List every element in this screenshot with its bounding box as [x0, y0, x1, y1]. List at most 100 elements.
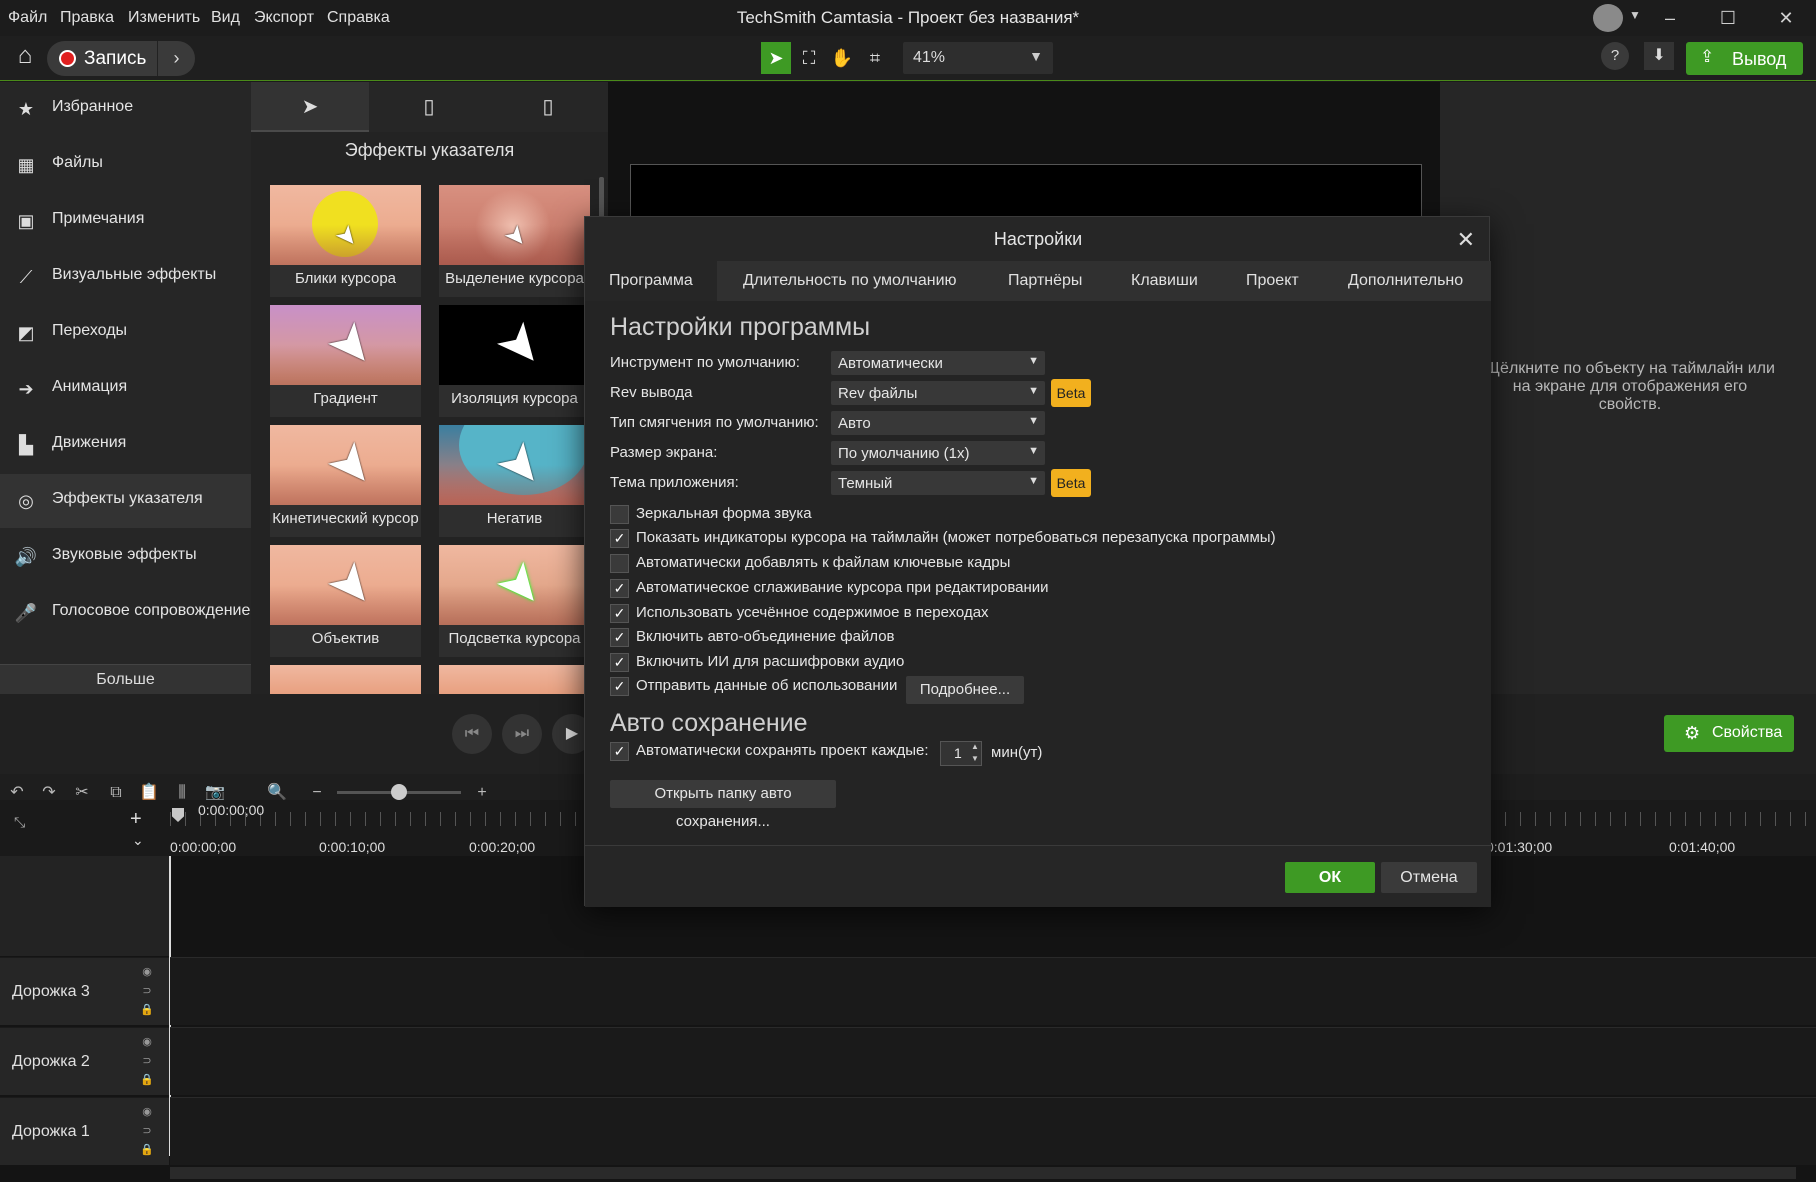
record-menu-arrow-icon[interactable]: ›	[157, 41, 195, 76]
transform-tool-icon[interactable]: ⛶	[794, 42, 824, 74]
select-value: Автоматически	[838, 355, 943, 372]
effect-thumbnail: ➤	[270, 545, 421, 625]
effect-tile[interactable]: ➤ Блики курсора	[270, 185, 421, 297]
close-icon[interactable]: ✕	[1457, 227, 1475, 253]
sidebar-item[interactable]: ➔ Анимация	[0, 362, 251, 416]
checkbox[interactable]: ✓	[610, 653, 629, 672]
menu-view[interactable]: Вид	[211, 9, 240, 27]
autosave-interval-stepper[interactable]: 1 ▲ ▼	[940, 741, 982, 766]
sidebar-item[interactable]: ◩ Переходы	[0, 306, 251, 360]
field-select[interactable]: Rev файлы ▼	[831, 381, 1045, 405]
field-select[interactable]: Темный ▼	[831, 471, 1045, 495]
tab-project[interactable]: Проект	[1246, 261, 1299, 301]
tab-default-duration[interactable]: Длительность по умолчанию	[743, 261, 957, 301]
record-button[interactable]: Запись ›	[47, 41, 195, 76]
checkbox[interactable]: ✓	[610, 529, 629, 548]
more-button[interactable]: Больше	[0, 664, 251, 694]
home-icon[interactable]: ⌂	[10, 42, 40, 72]
tab-advanced[interactable]: Дополнительно	[1348, 261, 1463, 301]
cancel-button[interactable]: Отмена	[1381, 862, 1477, 893]
checkbox[interactable]: ✓	[610, 604, 629, 623]
zoom-select[interactable]: 41% ▼	[903, 42, 1053, 74]
track-header[interactable]: Дорожка 2 ◉ ⊃ 🔒	[0, 1027, 169, 1095]
chevron-down-icon[interactable]: ▼	[1629, 8, 1641, 22]
select-tool-icon[interactable]: ➤	[761, 42, 791, 74]
menu-modify[interactable]: Изменить	[128, 9, 200, 27]
properties-button[interactable]: ⚙ Свойства	[1664, 715, 1794, 752]
sidebar-item[interactable]: ▦ Файлы	[0, 138, 251, 192]
track-lane[interactable]	[170, 957, 1816, 1025]
track-lane[interactable]	[170, 1097, 1816, 1165]
field-select[interactable]: Автоматически ▼	[831, 351, 1045, 375]
sidebar-item[interactable]: 🎤 Голосовое сопровождение	[0, 586, 251, 640]
track-controls-icon[interactable]: ◉ ⊃ 🔒	[140, 1103, 154, 1160]
sidebar-item[interactable]: 🔊 Звуковые эффекты	[0, 530, 251, 584]
checkbox[interactable]: ✓	[610, 677, 629, 696]
menu-edit[interactable]: Правка	[60, 9, 114, 27]
effect-tile[interactable]: ➤ Кинетический курсор	[270, 425, 421, 537]
minimize-icon[interactable]: –	[1655, 6, 1685, 30]
effect-label: Подсветка курсора	[448, 630, 581, 647]
field-label: Тема приложения:	[610, 474, 739, 491]
ruler-label: 0:00:00;00	[170, 839, 237, 855]
effect-tile[interactable]: ➤ Изоляция курсора	[439, 305, 590, 417]
step-forward-icon[interactable]: ⏭	[502, 714, 542, 754]
effect-tile[interactable]	[270, 665, 421, 694]
download-icon[interactable]: ⬇	[1644, 42, 1674, 70]
effect-tile[interactable]: ➤ Негатив	[439, 425, 590, 537]
timeline-scrollbar[interactable]	[170, 1167, 1796, 1179]
track-controls-icon[interactable]: ◉ ⊃ 🔒	[140, 963, 154, 1020]
menu-export[interactable]: Экспорт	[254, 9, 314, 27]
menu-file[interactable]: Файл	[8, 9, 47, 27]
checkbox[interactable]: ✓	[610, 579, 629, 598]
sidebar-item[interactable]: ★ Избранное	[0, 82, 251, 136]
tab-program[interactable]: Программа	[585, 261, 717, 301]
timeline-zoom-fit-icon[interactable]: ⤡	[14, 814, 25, 831]
timeline-zoom-knob[interactable]	[391, 784, 407, 800]
effect-tile[interactable]: ➤ Подсветка курсора	[439, 545, 590, 657]
tab-left-click-effects[interactable]: ▯	[370, 82, 488, 132]
export-button[interactable]: ⇪ Вывод	[1686, 42, 1803, 75]
checkbox[interactable]: ✓	[610, 628, 629, 647]
tab-hotkeys[interactable]: Клавиши	[1131, 261, 1198, 301]
menu-help[interactable]: Справка	[327, 9, 390, 27]
track-header[interactable]: Дорожка 3 ◉ ⊃ 🔒	[0, 957, 169, 1025]
track-header[interactable]: Дорожка 1 ◉ ⊃ 🔒	[0, 1097, 169, 1165]
field-select[interactable]: Авто ▼	[831, 411, 1045, 435]
maximize-icon[interactable]: ☐	[1713, 6, 1743, 30]
effect-tile[interactable]: ➤ Выделение курсора	[439, 185, 590, 297]
sidebar-item[interactable]: ▙ Движения	[0, 418, 251, 472]
sidebar-item[interactable]: ▣ Примечания	[0, 194, 251, 248]
stepper-up-icon[interactable]: ▲	[971, 742, 979, 751]
sidebar-item[interactable]: ⟋ Визуальные эффекты	[0, 250, 251, 304]
checkbox[interactable]	[610, 505, 629, 524]
effect-tile[interactable]: ➤ Объектив	[270, 545, 421, 657]
checkbox[interactable]: ✓	[610, 742, 629, 761]
more-info-button[interactable]: Подробнее...	[906, 676, 1024, 704]
step-back-icon[interactable]: ⏮	[452, 714, 492, 754]
ok-button[interactable]: ОК	[1285, 862, 1375, 893]
effect-tile[interactable]: ➤ Градиент	[270, 305, 421, 417]
checkbox[interactable]	[610, 554, 629, 573]
tab-partners[interactable]: Партнёры	[1008, 261, 1082, 301]
track-controls-icon[interactable]: ◉ ⊃ 🔒	[140, 1033, 154, 1090]
collapse-icon[interactable]: ⌄	[132, 832, 144, 849]
checkbox-label: Зеркальная форма звука	[636, 505, 812, 522]
effect-tile[interactable]	[439, 665, 590, 694]
help-button[interactable]: ?	[1601, 42, 1629, 70]
tab-right-click-effects[interactable]: ▯	[489, 82, 607, 132]
field-select[interactable]: По умолчанию (1x) ▼	[831, 441, 1045, 465]
tab-cursor-effects[interactable]: ➤	[251, 82, 369, 132]
transition-icon: ◩	[17, 323, 35, 343]
crop-tool-icon[interactable]: ⌗	[860, 42, 890, 74]
track-name: Дорожка 3	[12, 983, 90, 1000]
pan-tool-icon[interactable]: ✋	[827, 42, 857, 74]
add-track-icon[interactable]: +	[130, 808, 142, 831]
sidebar-item[interactable]: ◎ Эффекты указателя	[0, 474, 251, 528]
effect-thumbnail: ➤	[439, 545, 590, 625]
close-icon[interactable]: ✕	[1771, 6, 1801, 30]
avatar-icon[interactable]	[1593, 4, 1623, 32]
track-lane[interactable]	[170, 1027, 1816, 1095]
stepper-down-icon[interactable]: ▼	[971, 754, 979, 763]
open-autosave-folder-button[interactable]: Открыть папку авто сохранения...	[610, 780, 836, 830]
